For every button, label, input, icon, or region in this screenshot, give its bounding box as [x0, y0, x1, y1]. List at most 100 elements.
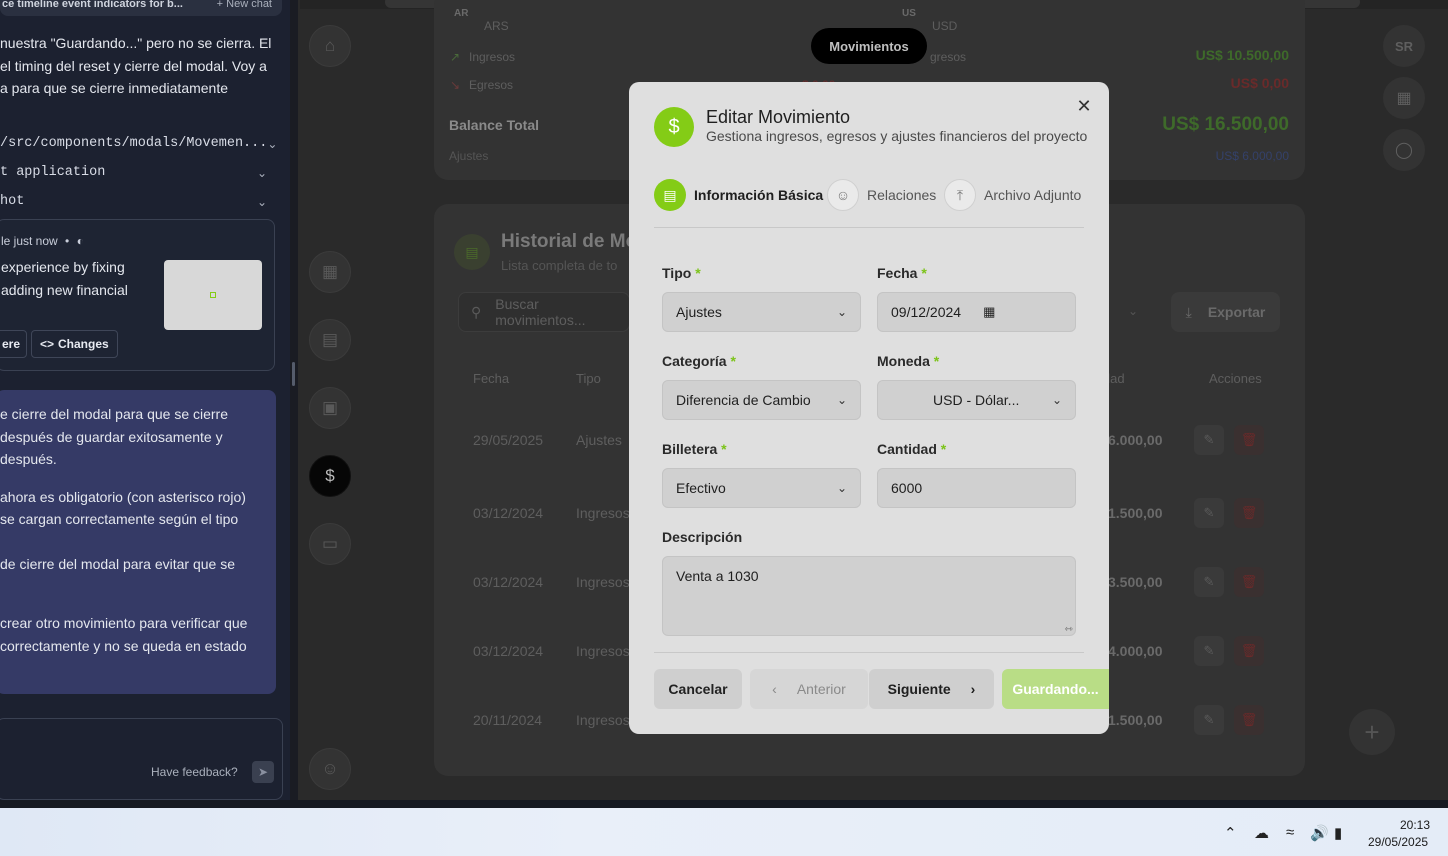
tool-row[interactable]: t application ⌄ — [0, 158, 275, 187]
summary-line: después. — [0, 451, 57, 467]
edit-movement-modal: $ Editar Movimiento Gestiona ingresos, e… — [629, 82, 1109, 734]
edit-icon[interactable]: ✎ — [1194, 636, 1224, 666]
chevron-down-icon[interactable]: ⌄ — [1128, 304, 1138, 318]
clock-time[interactable]: 20:13 — [1400, 818, 1430, 832]
chat-tab-title: ce timeline event indicators for b... — [2, 0, 183, 10]
next-button[interactable]: Siguiente › — [869, 669, 994, 709]
balance-label: Balance Total — [449, 117, 539, 133]
tab-archivo-adjunto[interactable]: ⤒ Archivo Adjunto — [944, 178, 1081, 212]
user-icon[interactable]: ☺ — [309, 748, 351, 790]
shield-icon[interactable]: ◯ — [1383, 129, 1425, 171]
tool-row[interactable]: hot ⌄ — [0, 187, 275, 216]
categoria-label: Categoría * — [662, 353, 736, 369]
row-cantidad: 1.500,00 — [1108, 505, 1163, 521]
code-icon: <> — [40, 337, 55, 351]
billetera-select[interactable]: Efectivo ⌄ — [662, 468, 861, 508]
history-title: Historial de Mo — [501, 231, 638, 252]
moneda-select[interactable]: USD - Dólar... ⌄ — [877, 380, 1076, 420]
fecha-input[interactable]: 09/12/2024 ▦ — [877, 292, 1076, 332]
trash-icon[interactable]: 🗑 — [1234, 567, 1264, 597]
add-fab-button[interactable]: + — [1349, 709, 1395, 755]
usd-label: USD — [932, 19, 958, 33]
volume-icon[interactable]: 🔊 — [1310, 824, 1329, 842]
cancel-button[interactable]: Cancelar — [654, 669, 742, 709]
cloud-icon[interactable]: ☁ — [1254, 824, 1269, 842]
clipboard-icon[interactable]: ▤ — [309, 319, 351, 361]
categoria-select[interactable]: Diferencia de Cambio ⌄ — [662, 380, 861, 420]
gauge-icon: ◐ — [76, 234, 84, 248]
tipo-select[interactable]: Ajustes ⌄ — [662, 292, 861, 332]
edit-icon[interactable]: ✎ — [1194, 498, 1224, 528]
export-button[interactable]: ⤓ Exportar — [1171, 292, 1280, 332]
thumbnail-dot — [210, 292, 216, 298]
save-button[interactable]: Guardando... — [1002, 669, 1109, 709]
sidebar-tooltip: Movimientos — [811, 28, 927, 64]
fecha-value: 09/12/2024 — [891, 304, 962, 320]
trash-icon[interactable]: 🗑 — [1234, 636, 1264, 666]
sidebar: ⌂ ▦ ▤ ▣ $ ▭ ☺ — [305, 0, 355, 800]
balance-value: US$ 16.500,00 — [1162, 114, 1289, 135]
trash-icon[interactable]: 🗑 — [1234, 425, 1264, 455]
new-chat-button[interactable]: + New chat — [217, 0, 272, 10]
card-line: experience by fixing — [1, 259, 125, 275]
chevron-right-icon: › — [970, 681, 976, 697]
descripcion-value: Venta a 1030 — [676, 568, 759, 584]
search-icon: ⚲ — [471, 303, 482, 320]
message-line: nuestra "Guardando..." pero no se cierra… — [0, 35, 272, 51]
edit-icon[interactable]: ✎ — [1194, 425, 1224, 455]
chat-tab[interactable]: ce timeline event indicators for b... + … — [0, 0, 282, 16]
trash-icon[interactable]: 🗑 — [1234, 705, 1264, 735]
trash-icon[interactable]: 🗑 — [1234, 498, 1264, 528]
descripcion-textarea[interactable]: Venta a 1030 ⇿ — [662, 556, 1076, 636]
tab-relaciones[interactable]: ☺ Relaciones — [827, 178, 936, 212]
dollar-icon[interactable]: $ — [309, 455, 351, 497]
card-icon[interactable]: ▭ — [309, 523, 351, 565]
summary-line: de cierre del modal para evitar que se — [0, 555, 236, 572]
document-icon: ▤ — [454, 234, 490, 270]
preview-thumbnail[interactable] — [164, 260, 262, 330]
chevron-up-icon[interactable]: ⌃ — [1224, 824, 1237, 842]
panel-resize-handle[interactable] — [292, 362, 295, 386]
close-icon[interactable]: ✕ — [1074, 96, 1094, 116]
wifi-icon[interactable]: ≈ — [1286, 824, 1294, 841]
calendar-icon[interactable]: ▦ — [1383, 77, 1425, 119]
clock-date[interactable]: 29/05/2025 — [1368, 835, 1428, 849]
change-card: le just now • ◐ experience by fixing add… — [0, 219, 275, 371]
search-input[interactable]: ⚲ Buscar movimientos... — [458, 292, 630, 332]
ingresos-label: Ingresos — [469, 50, 516, 64]
billetera-label: Billetera * — [662, 441, 727, 457]
summary-line: se cargan correctamente según el tipo — [0, 511, 239, 527]
tab-informacion-basica[interactable]: ▤ Información Básica — [654, 178, 823, 212]
send-icon[interactable]: ➤ — [252, 761, 274, 783]
modal-subtitle: Gestiona ingresos, egresos y ajustes fin… — [706, 128, 1088, 144]
avatar[interactable]: SR — [1383, 25, 1425, 67]
id-badge-icon[interactable]: ▣ — [309, 387, 351, 429]
edit-icon[interactable]: ✎ — [1194, 705, 1224, 735]
search-placeholder: Buscar movimientos... — [495, 296, 586, 328]
previous-button[interactable]: ‹ Anterior — [750, 669, 868, 709]
edit-icon[interactable]: ✎ — [1194, 567, 1224, 597]
row-fecha: 03/12/2024 — [473, 574, 544, 590]
row-fecha: 03/12/2024 — [473, 643, 544, 659]
summary-gap — [0, 575, 247, 612]
tool-row[interactable]: /src/components/modals/Movemen... ⌄ — [0, 129, 277, 158]
calendar-icon[interactable]: ▦ — [983, 304, 995, 320]
feedback-link[interactable]: Have feedback? — [151, 765, 238, 779]
battery-icon[interactable]: ▮ — [1334, 824, 1342, 842]
ajustes-value: US$ 6.000,00 — [1215, 149, 1289, 163]
summary-line: crear otro movimiento para verificar que — [0, 615, 248, 631]
cantidad-input[interactable]: 6000 — [877, 468, 1076, 508]
usd-ingresos-value: US$ 10.500,00 — [1195, 47, 1289, 63]
home-icon[interactable]: ⌂ — [309, 25, 351, 67]
summary-text: e cierre del modal para que se cierre de… — [0, 403, 247, 657]
summary-gap — [0, 531, 247, 553]
chat-input[interactable]: Have feedback? ➤ — [0, 718, 283, 800]
row-tipo: Ingresos — [576, 505, 630, 521]
assistant-message: nuestra "Guardando..." pero no se cierra… — [0, 32, 271, 100]
building-icon[interactable]: ▦ — [309, 251, 351, 293]
changes-button[interactable]: <> Changes — [31, 330, 118, 358]
usd-ingresos-label: gresos — [930, 50, 967, 64]
resize-handle-icon[interactable]: ⇿ — [1065, 624, 1073, 635]
footer-divider — [654, 652, 1084, 653]
card-link-button[interactable]: ere — [0, 330, 28, 358]
